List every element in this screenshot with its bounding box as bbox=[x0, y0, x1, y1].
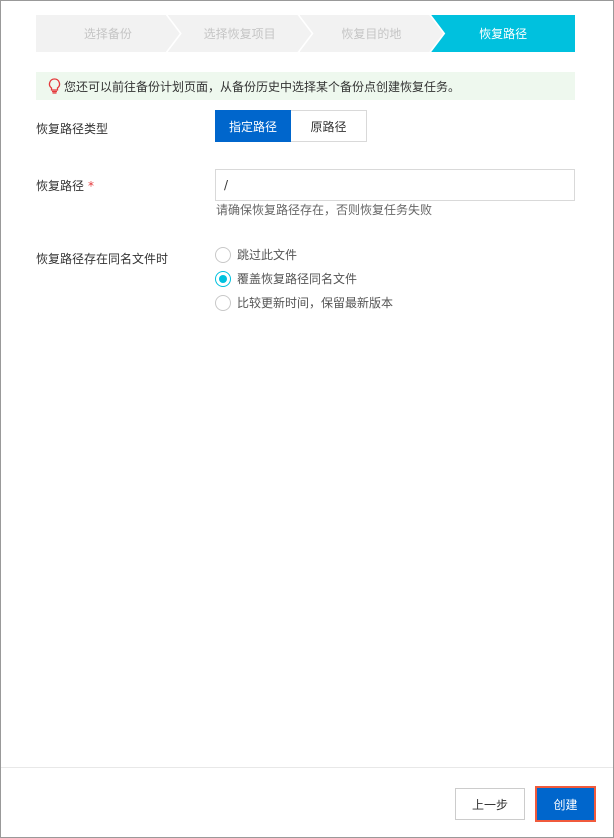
option-specified-path[interactable]: 指定路径 bbox=[215, 110, 291, 142]
radio-label: 覆盖恢复路径同名文件 bbox=[237, 272, 358, 286]
radio-label: 跳过此文件 bbox=[237, 248, 298, 262]
radio-circle[interactable] bbox=[215, 246, 231, 263]
create-button[interactable]: 创建 bbox=[535, 786, 596, 822]
wizard-steps: 选择备份 选择恢复项目 恢复目的地 恢复路径 bbox=[36, 15, 575, 52]
path-hint: 请确保恢复路径存在，否则恢复任务失败 bbox=[216, 203, 433, 217]
path-label: 恢复路径 bbox=[36, 179, 85, 193]
option-original-path[interactable]: 原路径 bbox=[291, 110, 367, 142]
radio-circle-selected[interactable] bbox=[215, 270, 231, 287]
previous-button[interactable]: 上一步 bbox=[455, 788, 525, 820]
path-type-label: 恢复路径类型 bbox=[36, 122, 109, 136]
tip-text: 您还可以前往备份计划页面，从备份历史中选择某个备份点创建恢复任务。 bbox=[64, 79, 461, 94]
info-tip: 您还可以前往备份计划页面，从备份历史中选择某个备份点创建恢复任务。 bbox=[36, 72, 575, 100]
step-restore-path: 恢复路径 bbox=[431, 15, 575, 52]
path-type-toggle: 指定路径 原路径 bbox=[215, 110, 367, 142]
conflict-label: 恢复路径存在同名文件时 bbox=[36, 252, 169, 266]
step-destination: 恢复目的地 bbox=[300, 15, 444, 52]
step-select-items: 选择恢复项目 bbox=[168, 15, 312, 52]
radio-label: 比较更新时间，保留最新版本 bbox=[237, 296, 394, 310]
step-select-backup: 选择备份 bbox=[36, 15, 180, 52]
footer-divider bbox=[1, 767, 613, 768]
radio-circle[interactable] bbox=[215, 294, 231, 311]
required-mark: * bbox=[88, 179, 95, 193]
restore-path-input[interactable] bbox=[215, 169, 575, 201]
lightbulb-icon bbox=[48, 78, 61, 94]
radio-overwrite[interactable]: 覆盖恢复路径同名文件 bbox=[215, 270, 357, 287]
radio-skip[interactable]: 跳过此文件 bbox=[215, 246, 297, 263]
radio-keep-newest[interactable]: 比较更新时间，保留最新版本 bbox=[215, 294, 393, 311]
